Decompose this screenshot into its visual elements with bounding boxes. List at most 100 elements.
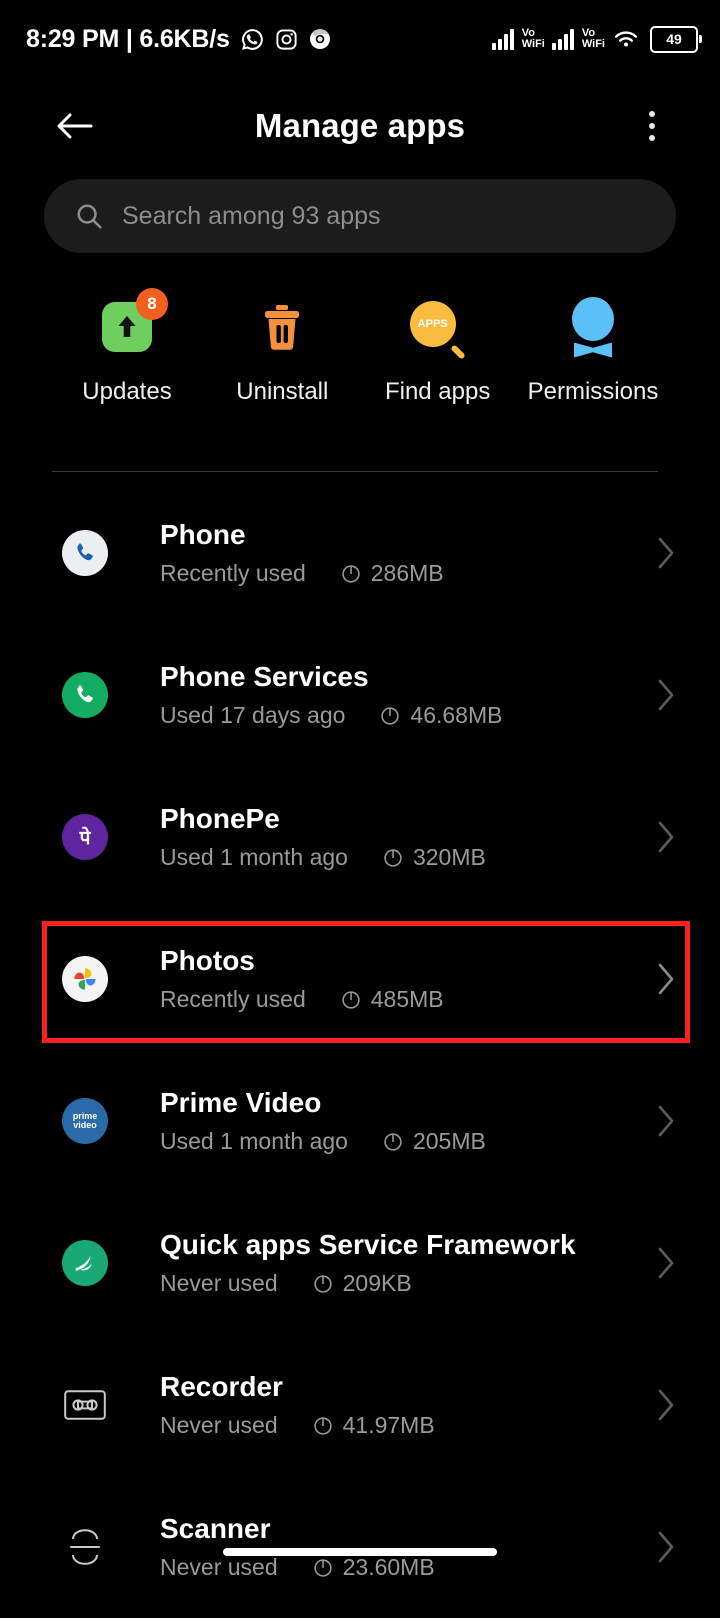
app-bar: Manage apps [0,78,720,174]
app-list-item-scanner[interactable]: Scanner Never used 23.60MB [0,1476,720,1618]
photos-app-icon [62,956,108,1002]
app-size-value: 320MB [412,844,486,871]
navigation-home-indicator[interactable] [223,1548,497,1556]
quick-action-label: Permissions [527,378,659,405]
app-text: Phone Recently used 286MB [160,519,656,587]
app-subtitle: Never used 41.97MB [160,1412,656,1439]
app-list: Phone Recently used 286MB Phone Services… [0,482,720,1618]
app-text: Recorder Never used 41.97MB [160,1371,656,1439]
app-subtitle: Used 1 month ago 205MB [160,1128,656,1155]
find-apps-magnifier: APPS [409,301,456,347]
back-button[interactable] [46,98,102,154]
app-text: Scanner Never used 23.60MB [160,1513,656,1581]
app-size: 205MB [382,1128,486,1155]
app-list-item-phone-services[interactable]: Phone Services Used 17 days ago 46.68MB [0,624,720,766]
back-arrow-icon [57,113,93,139]
app-name: Recorder [160,1370,283,1402]
app-size: 209KB [312,1270,412,1297]
app-icon-circle [62,672,108,718]
status-bar-right: Vo WiFi Vo WiFi 49 [491,25,702,53]
quick-action-updates[interactable]: 8 Updates [52,288,202,406]
vowifi-label-sim2: Vo WiFi [581,27,605,50]
quick-action-uninstall[interactable]: Uninstall [207,292,357,406]
status-clock: 8:29 PM | 6.6KB/s [26,24,230,53]
search-placeholder: Search among 93 apps [122,201,381,230]
app-text: Prime Video Used 1 month ago 205MB [160,1087,656,1155]
app-name: Quick apps Service Framework [160,1228,576,1260]
updates-badge: 8 [136,288,168,320]
app-list-item-photos[interactable]: Photos Recently used 485MB [0,908,720,1050]
phonepe-app-icon: पे [62,814,108,860]
updates-icon: 8 [92,288,168,362]
quick-action-label: Find apps [384,378,491,405]
app-usage: Never used [160,1554,278,1581]
permissions-icon [558,292,628,362]
phone-app-icon [62,530,108,576]
storage-pie-icon [313,1416,332,1435]
storage-pie-icon [313,1558,332,1577]
app-size: 286MB [340,560,444,587]
app-name: Phone Services [160,660,369,692]
app-size-value: 46.68MB [410,702,503,729]
app-icon-circle [62,530,108,576]
app-list-item-prime-video[interactable]: prime video Prime Video Used 1 month ago… [0,1050,720,1192]
app-size: 41.97MB [312,1412,435,1439]
app-list-item-quick-apps[interactable]: Quick apps Service Framework Never used … [0,1192,720,1334]
app-usage: Used 1 month ago [160,844,348,871]
app-subtitle: Never used 23.60MB [160,1554,656,1581]
prime-video-app-icon: prime video [62,1098,108,1144]
storage-pie-icon [384,1132,402,1151]
quick-action-permissions[interactable]: Permissions [518,292,668,406]
chevron-right-icon [656,962,676,996]
app-size: 46.68MB [379,702,502,729]
app-subtitle: Never used 209KB [160,1270,656,1297]
app-list-item-phone[interactable]: Phone Recently used 286MB [0,482,720,624]
storage-pie-icon [384,848,402,867]
app-name: Prime Video [160,1086,322,1118]
instagram-icon [275,28,298,51]
phone-services-app-icon [62,672,108,718]
app-size: 485MB [340,986,444,1013]
app-size-value: 209KB [342,1270,412,1297]
quick-apps-app-icon [62,1240,108,1286]
app-icon-circle: prime video [62,1098,108,1144]
wifi-icon [612,28,640,50]
quick-action-label: Uninstall [236,378,329,405]
permissions-bowtie [573,342,612,358]
quick-action-label: Updates [82,378,172,405]
more-options-icon-dot [649,135,655,141]
chrome-icon [308,27,332,51]
status-bar-left: 8:29 PM | 6.6KB/s [26,25,332,54]
app-name: Photos [160,944,255,976]
chevron-right-icon [656,1388,676,1422]
app-icon-circle [62,956,108,1002]
app-usage: Never used [160,1270,278,1297]
chevron-right-icon [656,820,676,854]
app-size-value: 23.60MB [342,1554,435,1581]
chevron-right-icon [656,1530,676,1564]
storage-pie-icon [313,1274,332,1293]
search-input[interactable]: Search among 93 apps [44,179,676,253]
app-name: PhonePe [160,802,280,834]
chevron-right-icon [656,1246,676,1280]
app-usage: Used 17 days ago [160,702,346,729]
app-text: PhonePe Used 1 month ago 320MB [160,803,656,871]
more-options-button[interactable] [628,98,676,154]
app-subtitle: Recently used 286MB [160,560,656,587]
app-list-item-recorder[interactable]: Recorder Never used 41.97MB [0,1334,720,1476]
app-size: 23.60MB [312,1554,435,1581]
storage-pie-icon [381,706,400,725]
app-text: Quick apps Service Framework Never used … [160,1229,656,1297]
recorder-app-icon [62,1382,108,1428]
find-apps-icon: APPS [403,292,473,362]
prime-video-wordmark: prime video [72,1111,98,1130]
more-options-icon-dot [649,111,655,117]
quick-action-find-apps[interactable]: APPS Find apps [363,292,513,406]
app-size-value: 286MB [370,560,444,587]
app-list-item-phonepe[interactable]: पे PhonePe Used 1 month ago 320MB [0,766,720,908]
app-icon-circle [62,1240,108,1286]
signal-bars-sim1-icon [491,28,514,50]
status-bar: 8:29 PM | 6.6KB/s Vo WiFi Vo WiFi 49 [0,0,720,78]
app-size-value: 485MB [370,986,444,1013]
app-size-value: 41.97MB [342,1412,435,1439]
